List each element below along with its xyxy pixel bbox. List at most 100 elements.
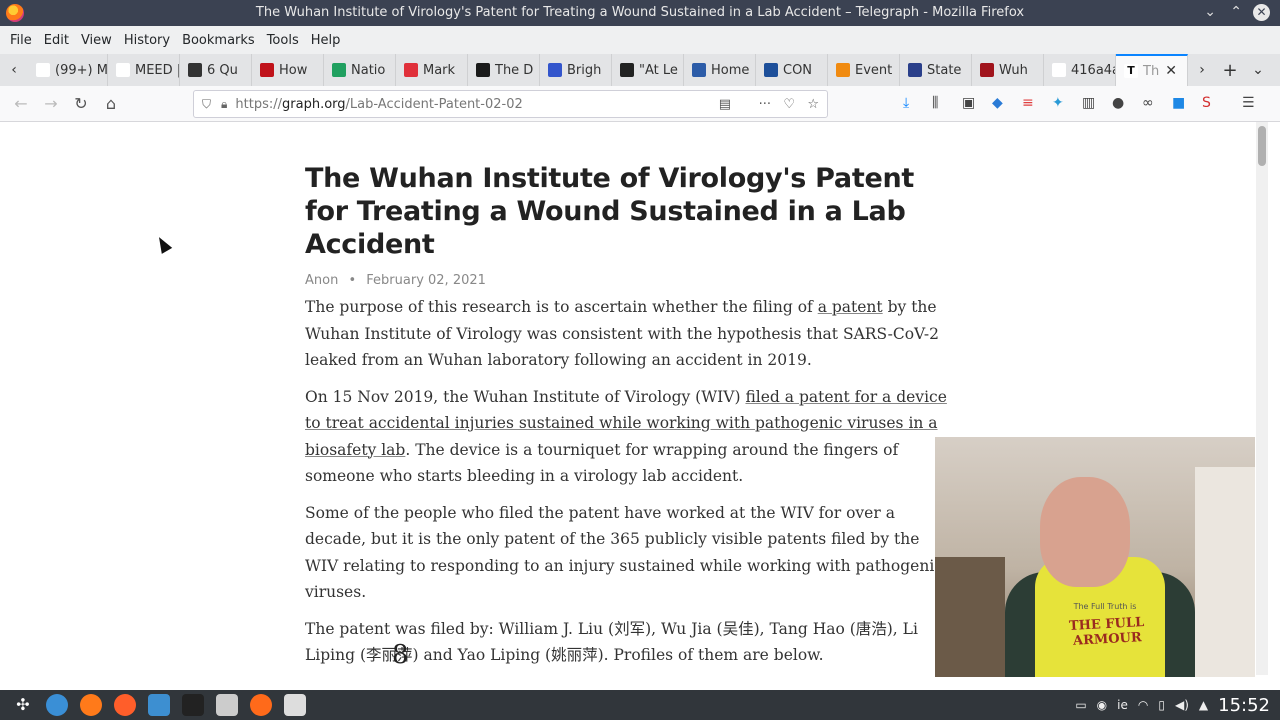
menu-view[interactable]: View xyxy=(75,33,118,48)
tab-favicon-icon xyxy=(36,63,50,77)
tab-1[interactable]: MEED | T xyxy=(108,54,180,86)
tab-favicon-icon xyxy=(476,63,490,77)
menu-edit[interactable]: Edit xyxy=(38,33,75,48)
page-scrollbar[interactable] xyxy=(1256,122,1268,675)
extension-skype-icon[interactable]: ■ xyxy=(1172,95,1185,111)
extension-badge-icon[interactable]: ◆ xyxy=(992,95,1003,111)
list-all-tabs-icon[interactable]: ⌄ xyxy=(1244,62,1272,78)
url-text[interactable]: https://graph.org/Lab-Accident-Patent-02… xyxy=(235,97,522,112)
firefox-taskbar-icon-2[interactable] xyxy=(114,694,136,716)
extension-bars-icon[interactable]: ▥ xyxy=(1082,95,1095,111)
battery-icon[interactable]: ▭ xyxy=(1075,698,1086,712)
tab-11[interactable]: Event xyxy=(828,54,900,86)
paragraph-1: The purpose of this research is to ascer… xyxy=(305,298,939,369)
text-editor-icon[interactable] xyxy=(216,694,238,716)
extension-s-icon[interactable]: ✦ xyxy=(1052,95,1064,111)
window-titlebar: The Wuhan Institute of Virology's Patent… xyxy=(0,0,1280,26)
url-bar[interactable]: ⛉ 🔒︎ https://graph.org/Lab-Accident-Pate… xyxy=(193,90,828,118)
tab-14[interactable]: 416a4a6 xyxy=(1044,54,1116,86)
article-author[interactable]: Anon xyxy=(305,273,338,288)
tab-active[interactable]: T Th ✕ xyxy=(1116,54,1188,86)
tab-favicon-icon xyxy=(404,63,418,77)
browser-globe-icon[interactable] xyxy=(46,694,68,716)
maximize-button[interactable]: ⌃ xyxy=(1230,4,1242,20)
extension-k-icon[interactable]: ● xyxy=(1112,95,1124,111)
minimize-button[interactable]: ⌄ xyxy=(1204,4,1216,20)
window-title: The Wuhan Institute of Virology's Patent… xyxy=(255,5,1025,20)
tab-label: CON xyxy=(783,62,813,78)
scrollbar-thumb[interactable] xyxy=(1258,126,1266,166)
sidebar-icon[interactable]: ▣ xyxy=(962,95,975,111)
webcam-door xyxy=(1195,467,1255,677)
hamburger-menu-icon[interactable]: ☰ xyxy=(1242,95,1255,111)
vpn-icon[interactable]: ◉ xyxy=(1097,698,1107,712)
tab-12[interactable]: State xyxy=(900,54,972,86)
tab-5[interactable]: Mark xyxy=(396,54,468,86)
clock[interactable]: 15:52 xyxy=(1218,695,1270,716)
tab-8[interactable]: "At Le xyxy=(612,54,684,86)
tab-list: (99+) Met MEED | T 6 Qu How Natio Mark The D Br… xyxy=(28,54,1116,86)
tab-4[interactable]: Natio xyxy=(324,54,396,86)
paragraph-3: Some of the people who filed the patent … xyxy=(305,503,943,602)
app-launcher-icon[interactable]: ✣ xyxy=(12,694,34,716)
shield-icon[interactable]: ⛉ xyxy=(202,97,211,112)
tab-label: Wuh xyxy=(999,62,1028,78)
library-icon[interactable]: ⫼ xyxy=(932,95,938,111)
forward-icon[interactable]: → xyxy=(36,94,66,113)
terminal-icon[interactable] xyxy=(182,694,204,716)
new-tab-icon[interactable]: + xyxy=(1216,60,1244,81)
menu-file[interactable]: File xyxy=(4,33,38,48)
menu-bookmarks[interactable]: Bookmarks xyxy=(176,33,261,48)
wifi-icon[interactable]: ◠ xyxy=(1138,698,1148,712)
tab-label: MEED | T xyxy=(135,62,179,78)
volume-icon[interactable]: ◀) xyxy=(1175,698,1189,712)
lock-icon[interactable]: 🔒︎ xyxy=(221,97,227,112)
tray-expand-icon[interactable]: ▲ xyxy=(1199,698,1208,712)
tab-label: Brigh xyxy=(567,62,602,78)
tab-7[interactable]: Brigh xyxy=(540,54,612,86)
extension-si-icon[interactable]: S xyxy=(1202,95,1211,111)
telegraph-favicon-icon: T xyxy=(1124,64,1138,78)
menu-history[interactable]: History xyxy=(118,33,176,48)
tabs-scroll-left-icon[interactable]: ‹ xyxy=(0,62,28,78)
taskbar: ✣ ▭ ◉ ie ◠ ▯ ◀) ▲ 15:52 xyxy=(0,690,1280,720)
close-window-button[interactable]: ✕ xyxy=(1253,4,1270,21)
patent-link[interactable]: a patent xyxy=(818,298,883,316)
screen-capture-icon[interactable] xyxy=(284,694,306,716)
keyboard-layout[interactable]: ie xyxy=(1117,698,1128,712)
tab-2[interactable]: 6 Qu xyxy=(180,54,252,86)
home-icon[interactable]: ⌂ xyxy=(96,94,126,113)
tab-favicon-icon xyxy=(836,63,850,77)
file-manager-icon[interactable] xyxy=(148,694,170,716)
system-tray: ▭ ◉ ie ◠ ▯ ◀) ▲ 15:52 xyxy=(1065,690,1270,720)
tabs-scroll-right-icon[interactable]: › xyxy=(1188,62,1216,78)
figure-number: 8 xyxy=(392,640,409,670)
close-tab-icon[interactable]: ✕ xyxy=(1165,63,1177,79)
clipboard-icon[interactable]: ▯ xyxy=(1158,698,1165,712)
bookmark-star-icon[interactable]: ☆ xyxy=(807,97,819,112)
back-icon[interactable]: ← xyxy=(6,94,36,113)
downloads-icon[interactable]: ⤓ xyxy=(903,95,909,111)
menu-tools[interactable]: Tools xyxy=(261,33,305,48)
firefox-taskbar-icon[interactable] xyxy=(80,694,102,716)
tab-3[interactable]: How xyxy=(252,54,324,86)
extension-red-icon[interactable]: ≡ xyxy=(1022,95,1034,111)
pocket-icon[interactable]: ♡ xyxy=(783,97,795,112)
reload-icon[interactable]: ↻ xyxy=(66,94,96,113)
article-meta: Anon • February 02, 2021 xyxy=(305,273,955,288)
menu-help[interactable]: Help xyxy=(305,33,347,48)
tab-favicon-icon xyxy=(980,63,994,77)
tab-13[interactable]: Wuh xyxy=(972,54,1044,86)
article-date: February 02, 2021 xyxy=(366,273,486,288)
tab-10[interactable]: CON xyxy=(756,54,828,86)
extension-glasses-icon[interactable]: ∞ xyxy=(1142,95,1154,111)
tab-9[interactable]: Home xyxy=(684,54,756,86)
reader-view-icon[interactable]: ▤ xyxy=(719,97,731,112)
tab-6[interactable]: The D xyxy=(468,54,540,86)
tab-0[interactable]: (99+) Met xyxy=(28,54,108,86)
page-actions-icon[interactable]: ··· xyxy=(759,97,771,112)
tab-favicon-icon xyxy=(116,63,130,77)
firefox-taskbar-icon-3[interactable] xyxy=(250,694,272,716)
tab-label: State xyxy=(927,62,962,78)
tab-label: 416a4a6 xyxy=(1071,62,1115,78)
